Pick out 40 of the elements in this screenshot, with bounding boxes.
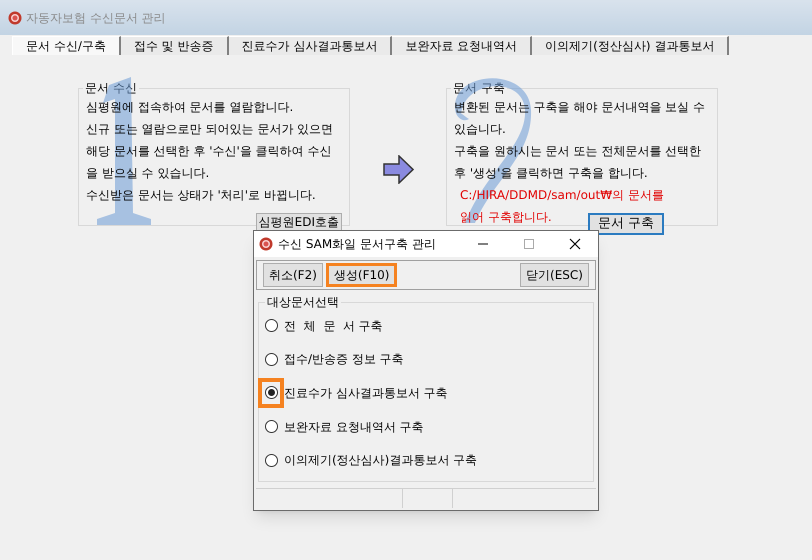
group-title: 문서 수신 bbox=[83, 80, 139, 96]
tab[interactable]: 보완자료 요청내역서 bbox=[392, 36, 532, 55]
description-text: 변환된 문서는 구축을 해야 문서내역을 보실 수 bbox=[454, 99, 705, 116]
window-title: 자동자보험 수신문서 관리 bbox=[26, 10, 166, 26]
description-text: 후 '생성'을 클릭하면 구축을 합니다. bbox=[454, 165, 648, 182]
radio-button[interactable] bbox=[258, 378, 284, 408]
group-title: 문서 구축 bbox=[451, 80, 507, 96]
group-title: 대상문서선택 bbox=[265, 294, 341, 310]
description-text: 신규 또는 열람으로만 되어있는 문서가 있으면 bbox=[86, 121, 334, 138]
tab[interactable]: 진료수가 심사결과통보서 bbox=[228, 36, 392, 55]
app-icon bbox=[259, 237, 273, 251]
radio-option[interactable]: 진료수가 심사결과통보서 구축 bbox=[259, 378, 593, 408]
radio-label: 이의제기(정산심사)결과통보서 구축 bbox=[284, 452, 478, 470]
description-text: C:/HIRA/DDMD/sam/out₩의 문서를 bbox=[459, 187, 664, 204]
description-text: 을 받으실 수 있습니다. bbox=[86, 165, 210, 182]
radio-option[interactable]: 보완자료 요청내역서 구축 bbox=[259, 412, 593, 442]
toolbar-button[interactable]: 취소(F2) bbox=[263, 263, 323, 287]
build-document-button[interactable]: 문서 구축 bbox=[588, 213, 664, 235]
radio-option[interactable]: 이의제기(정산심사)결과통보서 구축 bbox=[259, 445, 593, 476]
description-text: 심평원에 접속하여 문서를 열람합니다. bbox=[86, 99, 294, 116]
description-text: 구축을 원하시는 문서 또는 전체문서를 선택한 bbox=[454, 143, 702, 160]
dialog-title: 수신 SAM화일 문서구축 관리 bbox=[278, 236, 436, 253]
description-text: 읽어 구축합니다. bbox=[459, 209, 552, 226]
radio-option[interactable]: 접수/반송증 정보 구축 bbox=[259, 344, 593, 374]
arrow-icon bbox=[383, 155, 414, 184]
description-text: 수신받은 문서는 상태가 '처리'로 바뀝니다. bbox=[86, 187, 316, 204]
radio-option[interactable]: 전 체 문 서 구축 bbox=[259, 310, 593, 341]
radio-label: 보완자료 요청내역서 구축 bbox=[284, 418, 424, 436]
radio-label: 전 체 문 서 구축 bbox=[284, 318, 383, 335]
radio-label: 진료수가 심사결과통보서 구축 bbox=[284, 384, 448, 402]
tab[interactable]: 문서 수신/구축 bbox=[12, 36, 121, 55]
tab[interactable]: 접수 및 반송증 bbox=[120, 36, 228, 55]
app-icon bbox=[8, 10, 22, 24]
description-text: 있습니다. bbox=[454, 121, 506, 138]
toolbar-button[interactable]: 생성(F10) bbox=[326, 263, 398, 287]
toolbar-button[interactable]: 닫기(ESC) bbox=[520, 263, 589, 287]
radio-label: 접수/반송증 정보 구축 bbox=[284, 351, 404, 368]
description-text: 해당 문서를 선택한 후 '수신'을 클릭하여 수신 bbox=[86, 143, 332, 160]
edi-call-button[interactable]: 심평원EDI호출 bbox=[256, 213, 342, 231]
tab[interactable]: 이의제기(정산심사) 결과통보서 bbox=[532, 36, 730, 55]
